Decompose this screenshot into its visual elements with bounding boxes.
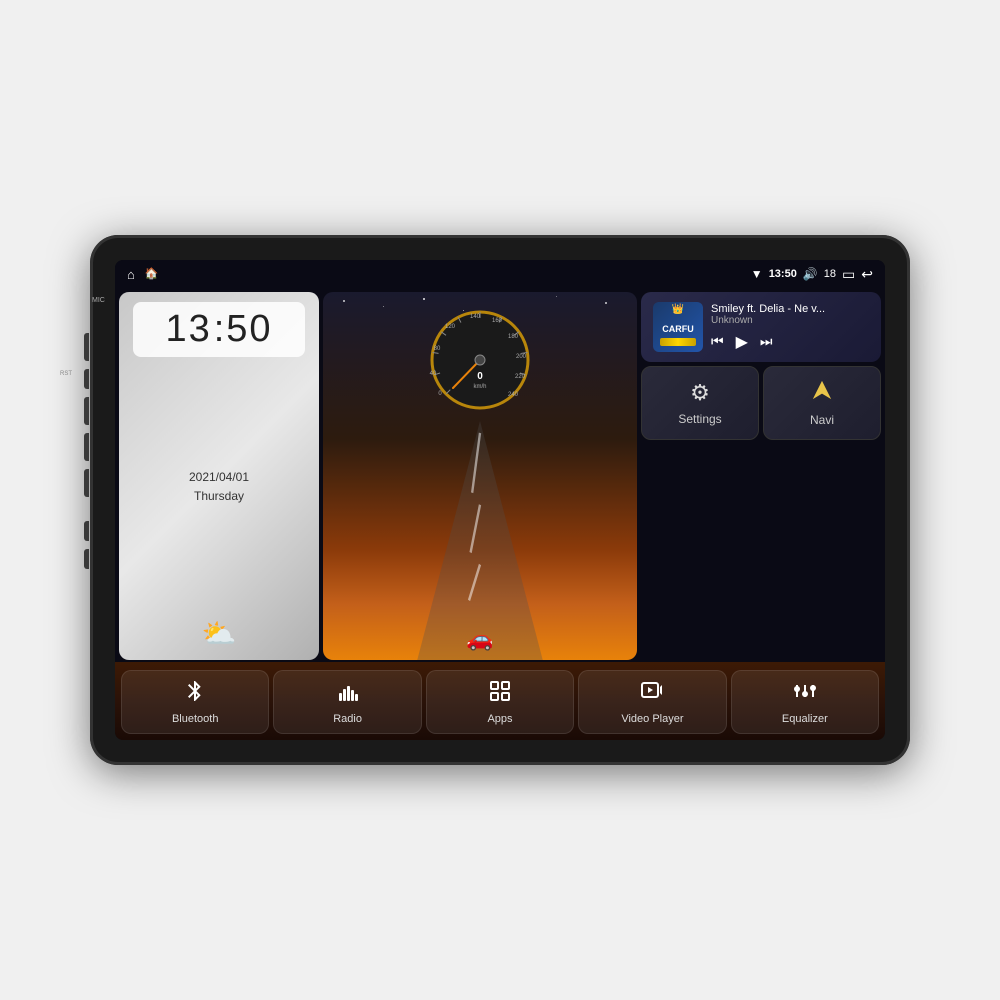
video-player-button[interactable]: Video Player [578, 670, 726, 734]
volume-level: 18 [824, 268, 836, 280]
speedometer-widget: 0 40 80 120 140 160 180 200 220 240 [323, 292, 637, 660]
navi-icon [811, 379, 833, 407]
status-bar: ⌂ 🏠 ▼ 13:50 🔊 18 ▭ ↩ [115, 260, 885, 288]
bluetooth-icon [183, 679, 207, 709]
next-button[interactable]: ⏭ [760, 333, 773, 350]
back-icon[interactable]: ↩ [861, 266, 873, 283]
navi-label: Navi [810, 413, 834, 427]
clock-display: 13 : 50 [133, 302, 305, 357]
status-bar-right: ▼ 13:50 🔊 18 ▭ ↩ [751, 266, 873, 283]
video-icon [640, 679, 664, 709]
radio-icon [336, 679, 360, 709]
svg-text:40: 40 [430, 371, 437, 377]
car-icon: 🚗 [466, 626, 493, 652]
settings-button[interactable]: ⚙ Settings [641, 366, 759, 440]
radio-label: Radio [333, 713, 362, 725]
side-button-rst[interactable] [84, 369, 89, 389]
svg-text:240: 240 [508, 392, 519, 398]
speedo-gauge: 0 40 80 120 140 160 180 200 220 240 [425, 300, 535, 410]
wifi-icon: ▼ [751, 267, 763, 281]
music-artist: Unknown [711, 315, 869, 326]
apps-label: Apps [487, 713, 512, 725]
clock-minute: 50 [226, 308, 272, 351]
album-art: 👑 CARFU [653, 302, 703, 352]
svg-text:80: 80 [434, 346, 441, 352]
apps-icon [488, 679, 512, 709]
play-button[interactable]: ▶ [736, 332, 748, 352]
quick-buttons-row: ⚙ Settings Navi [641, 366, 881, 440]
top-grid: 13 : 50 2021/04/01 Thursday ⛅ [115, 288, 885, 662]
clock-hour: 13 [165, 308, 211, 351]
equalizer-label: Equalizer [782, 713, 828, 725]
album-logo: CARFU [662, 324, 694, 334]
svg-text:160: 160 [492, 318, 503, 324]
weather-icon: ⛅ [202, 617, 237, 650]
music-controls: ⏮ ▶ ⏭ [711, 332, 869, 352]
bluetooth-button[interactable]: Bluetooth [121, 670, 269, 734]
screen: ⌂ 🏠 ▼ 13:50 🔊 18 ▭ ↩ 13 : 50 [115, 260, 885, 740]
battery-icon: ▭ [842, 266, 855, 283]
equalizer-icon [793, 679, 817, 709]
speedometer-bg: 0 40 80 120 140 160 180 200 220 240 [323, 292, 637, 660]
music-widget[interactable]: 👑 CARFU Smiley ft. Delia - Ne v... Unkno… [641, 292, 881, 362]
svg-text:0: 0 [477, 371, 483, 382]
svg-text:140: 140 [470, 314, 481, 320]
road-scene: 🚗 [323, 421, 637, 660]
status-bar-left: ⌂ 🏠 [127, 267, 159, 282]
rst-label: RST [60, 371, 72, 377]
side-button-1[interactable] [84, 333, 89, 361]
side-button-power[interactable] [84, 397, 89, 425]
side-button-back[interactable] [84, 469, 89, 497]
svg-text:200: 200 [516, 354, 527, 360]
volume-icon: 🔊 [803, 267, 818, 281]
bottom-dock: Bluetooth Radio [115, 662, 885, 740]
main-content: 13 : 50 2021/04/01 Thursday ⛅ [115, 288, 885, 740]
radio-button[interactable]: Radio [273, 670, 421, 734]
svg-text:0: 0 [438, 391, 442, 397]
side-button-vol-down[interactable] [84, 549, 89, 569]
road-svg [323, 421, 637, 660]
crown-icon: 👑 [672, 304, 684, 315]
mic-label: MIC [92, 297, 105, 304]
svg-text:km/h: km/h [473, 384, 486, 390]
settings-icon: ⚙ [690, 380, 710, 406]
home2-icon: 🏠 [145, 267, 159, 282]
bluetooth-label: Bluetooth [172, 713, 218, 725]
side-button-vol-up[interactable] [84, 521, 89, 541]
album-ribbon [660, 338, 696, 346]
car-head-unit: MIC RST ⌂ 🏠 ▼ 13:50 🔊 18 ▭ ↩ [90, 235, 910, 765]
clock-day: Thursday [189, 487, 249, 506]
clock-date-value: 2021/04/01 [189, 468, 249, 487]
settings-label: Settings [678, 412, 721, 426]
clock-date: 2021/04/01 Thursday [189, 468, 249, 506]
music-info: Smiley ft. Delia - Ne v... Unknown ⏮ ▶ ⏭ [711, 303, 869, 352]
music-section: 👑 CARFU Smiley ft. Delia - Ne v... Unkno… [641, 292, 881, 660]
music-title: Smiley ft. Delia - Ne v... [711, 303, 869, 315]
clock-widget: 13 : 50 2021/04/01 Thursday ⛅ [119, 292, 319, 660]
video-player-label: Video Player [621, 713, 683, 725]
side-button-home[interactable] [84, 433, 89, 461]
svg-text:220: 220 [515, 374, 526, 380]
prev-button[interactable]: ⏮ [711, 333, 724, 350]
clock-colon: : [214, 308, 225, 351]
svg-text:180: 180 [508, 334, 519, 340]
side-button-group: MIC RST [84, 315, 89, 569]
home-icon: ⌂ [127, 267, 135, 282]
gauge-svg: 0 40 80 120 140 160 180 200 220 240 [425, 300, 535, 410]
status-time: 13:50 [769, 268, 797, 280]
apps-button[interactable]: Apps [426, 670, 574, 734]
navi-button[interactable]: Navi [763, 366, 881, 440]
equalizer-button[interactable]: Equalizer [731, 670, 879, 734]
svg-text:120: 120 [445, 324, 456, 330]
